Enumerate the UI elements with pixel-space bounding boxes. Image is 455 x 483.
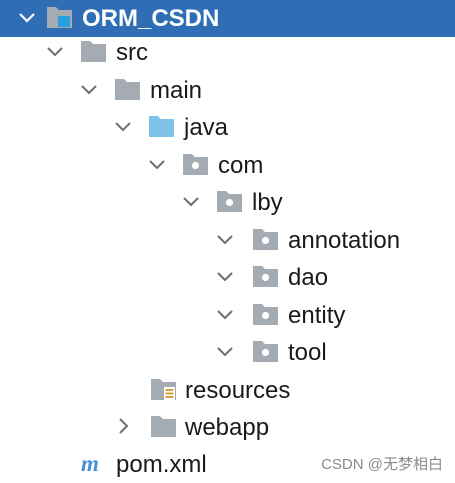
chevron-down-icon[interactable]: [112, 115, 134, 137]
resources-root-folder-icon: [151, 379, 176, 400]
tree-node-label: annotation: [288, 227, 401, 254]
tree-node-com[interactable]: com: [0, 147, 455, 184]
tree-node-label: ORM_CSDN: [82, 5, 220, 32]
chevron-down-icon[interactable]: [180, 190, 202, 212]
package-icon: [217, 191, 242, 212]
tree-node-entity[interactable]: entity: [0, 297, 455, 334]
chevron-down-icon[interactable]: [214, 228, 236, 250]
maven-file-icon: m: [81, 451, 99, 475]
package-icon: [183, 154, 208, 175]
tree-node-lby[interactable]: lby: [0, 184, 455, 221]
tree-node-resources[interactable]: resources: [0, 372, 455, 409]
tree-node-label: dao: [288, 264, 329, 291]
package-icon: [253, 341, 278, 362]
tree-node-dao[interactable]: dao: [0, 259, 455, 296]
chevron-down-icon[interactable]: [214, 340, 236, 362]
chevron-right-icon[interactable]: [112, 415, 134, 437]
chevron-down-icon[interactable]: [214, 265, 236, 287]
chevron-down-icon[interactable]: [44, 40, 66, 62]
chevron-down-icon[interactable]: [146, 153, 168, 175]
tree-node-label: resources: [185, 377, 291, 404]
chevron-down-icon[interactable]: [214, 303, 236, 325]
project-tree: ORM_CSDN src main java com lby annotatio…: [0, 0, 455, 483]
tree-node-orm-csdn[interactable]: ORM_CSDN: [0, 0, 455, 37]
tree-node-annotation[interactable]: annotation: [0, 222, 455, 259]
tree-node-main[interactable]: main: [0, 72, 455, 109]
tree-node-label: tool: [288, 339, 327, 366]
chevron-down-icon[interactable]: [78, 78, 100, 100]
tree-node-label: webapp: [185, 414, 270, 441]
tree-node-label: com: [218, 152, 264, 179]
tree-node-src[interactable]: src: [0, 34, 455, 71]
tree-node-java[interactable]: java: [0, 109, 455, 146]
tree-node-label: src: [116, 39, 148, 66]
tree-node-label: entity: [288, 302, 346, 329]
source-root-folder-icon: [149, 116, 174, 137]
watermark: CSDN @无梦相白: [321, 456, 443, 473]
folder-icon: [151, 416, 176, 437]
folder-icon: [81, 41, 106, 62]
tree-node-label: java: [184, 114, 229, 141]
folder-icon: [115, 79, 140, 100]
tree-node-label: lby: [252, 189, 283, 216]
module-folder-icon: [47, 7, 72, 28]
package-icon: [253, 266, 278, 287]
tree-node-label: pom.xml: [116, 451, 207, 478]
tree-node-webapp[interactable]: webapp: [0, 409, 455, 446]
tree-node-tool[interactable]: tool: [0, 334, 455, 371]
package-icon: [253, 304, 278, 325]
package-icon: [253, 229, 278, 250]
svg-text:m: m: [81, 451, 99, 475]
chevron-down-icon[interactable]: [16, 6, 38, 28]
tree-node-label: main: [150, 77, 203, 104]
